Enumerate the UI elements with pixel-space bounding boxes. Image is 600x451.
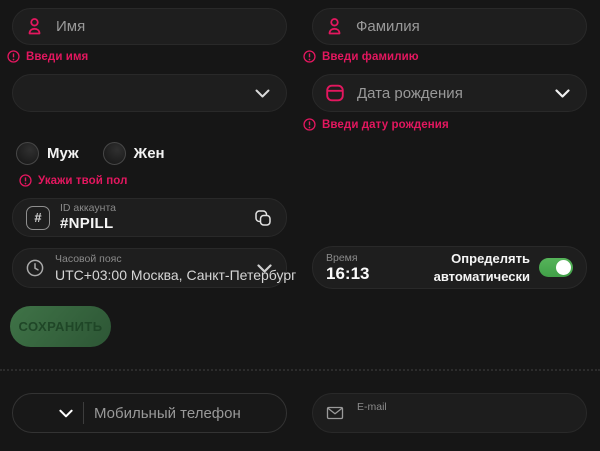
- alert-circle-icon: [303, 50, 316, 63]
- radio-circle-icon: [16, 142, 39, 165]
- chevron-down-icon: [255, 89, 270, 98]
- hash-icon: #: [26, 205, 50, 230]
- first-name-error: Введи имя: [7, 50, 88, 63]
- email-label: E-mail: [357, 401, 387, 413]
- time-value: 16:13: [326, 263, 370, 283]
- first-name-input[interactable]: [56, 18, 274, 35]
- gender-error: Укажи твой пол: [19, 174, 128, 187]
- person-icon: [25, 17, 44, 36]
- timezone-field[interactable]: Часовой пояс UTC+03:00 Москва, Санкт-Пет…: [12, 248, 297, 288]
- time-label: Время: [326, 251, 358, 264]
- error-text: Введи дату рождения: [322, 118, 449, 131]
- save-button[interactable]: СОХРАНИТЬ: [10, 306, 111, 347]
- radio-circle-icon: [102, 142, 126, 165]
- alert-circle-icon: [7, 50, 20, 63]
- account-id-value: #NPILL: [60, 215, 114, 233]
- chevron-down-icon: [257, 263, 272, 273]
- gender-male-label: Муж: [47, 145, 79, 162]
- chevron-down-icon: [555, 88, 570, 98]
- first-name-field[interactable]: [12, 8, 287, 45]
- birth-date-field[interactable]: Дата рождения: [312, 74, 587, 112]
- account-id-label: ID аккаунта: [60, 202, 116, 215]
- empty-select-field[interactable]: [12, 74, 287, 112]
- last-name-field[interactable]: [312, 8, 587, 45]
- error-text: Введи фамилию: [322, 50, 419, 63]
- gender-option-male[interactable]: Муж: [16, 142, 79, 165]
- error-text: Укажи твой пол: [38, 174, 128, 187]
- birth-date-error: Введи дату рождения: [303, 118, 449, 131]
- email-field[interactable]: E-mail: [312, 393, 587, 433]
- person-icon: [325, 17, 344, 36]
- timezone-value: UTC+03:00 Москва, Санкт-Петербург: [55, 266, 297, 283]
- alert-circle-icon: [19, 174, 32, 187]
- envelope-icon: [325, 403, 345, 423]
- gender-female-label: Жен: [133, 145, 165, 162]
- error-text: Введи имя: [26, 50, 89, 63]
- gender-radio-group: Муж Жен: [16, 142, 165, 165]
- auto-detect-label: Определять автоматически: [433, 250, 530, 284]
- gender-option-female[interactable]: Жен: [102, 142, 165, 165]
- last-name-error: Введи фамилию: [303, 50, 419, 63]
- last-name-input[interactable]: [356, 18, 574, 35]
- toggle-knob: [556, 260, 571, 275]
- time-field: Время 16:13 Определять автоматически: [312, 246, 587, 289]
- field-divider: [83, 402, 84, 424]
- country-code-chevron-down-icon[interactable]: [59, 409, 73, 418]
- account-id-field: # ID аккаунта #NPILL: [12, 198, 287, 237]
- auto-detect-toggle[interactable]: [539, 258, 573, 277]
- clock-icon: [25, 258, 45, 278]
- phone-input[interactable]: [94, 404, 274, 422]
- birth-date-placeholder: Дата рождения: [357, 84, 463, 102]
- phone-field[interactable]: [12, 393, 287, 433]
- timezone-label: Часовой пояс: [55, 253, 122, 266]
- section-divider: [0, 369, 600, 371]
- calendar-icon: [325, 83, 345, 103]
- copy-icon[interactable]: [253, 208, 273, 228]
- alert-circle-icon: [303, 118, 316, 131]
